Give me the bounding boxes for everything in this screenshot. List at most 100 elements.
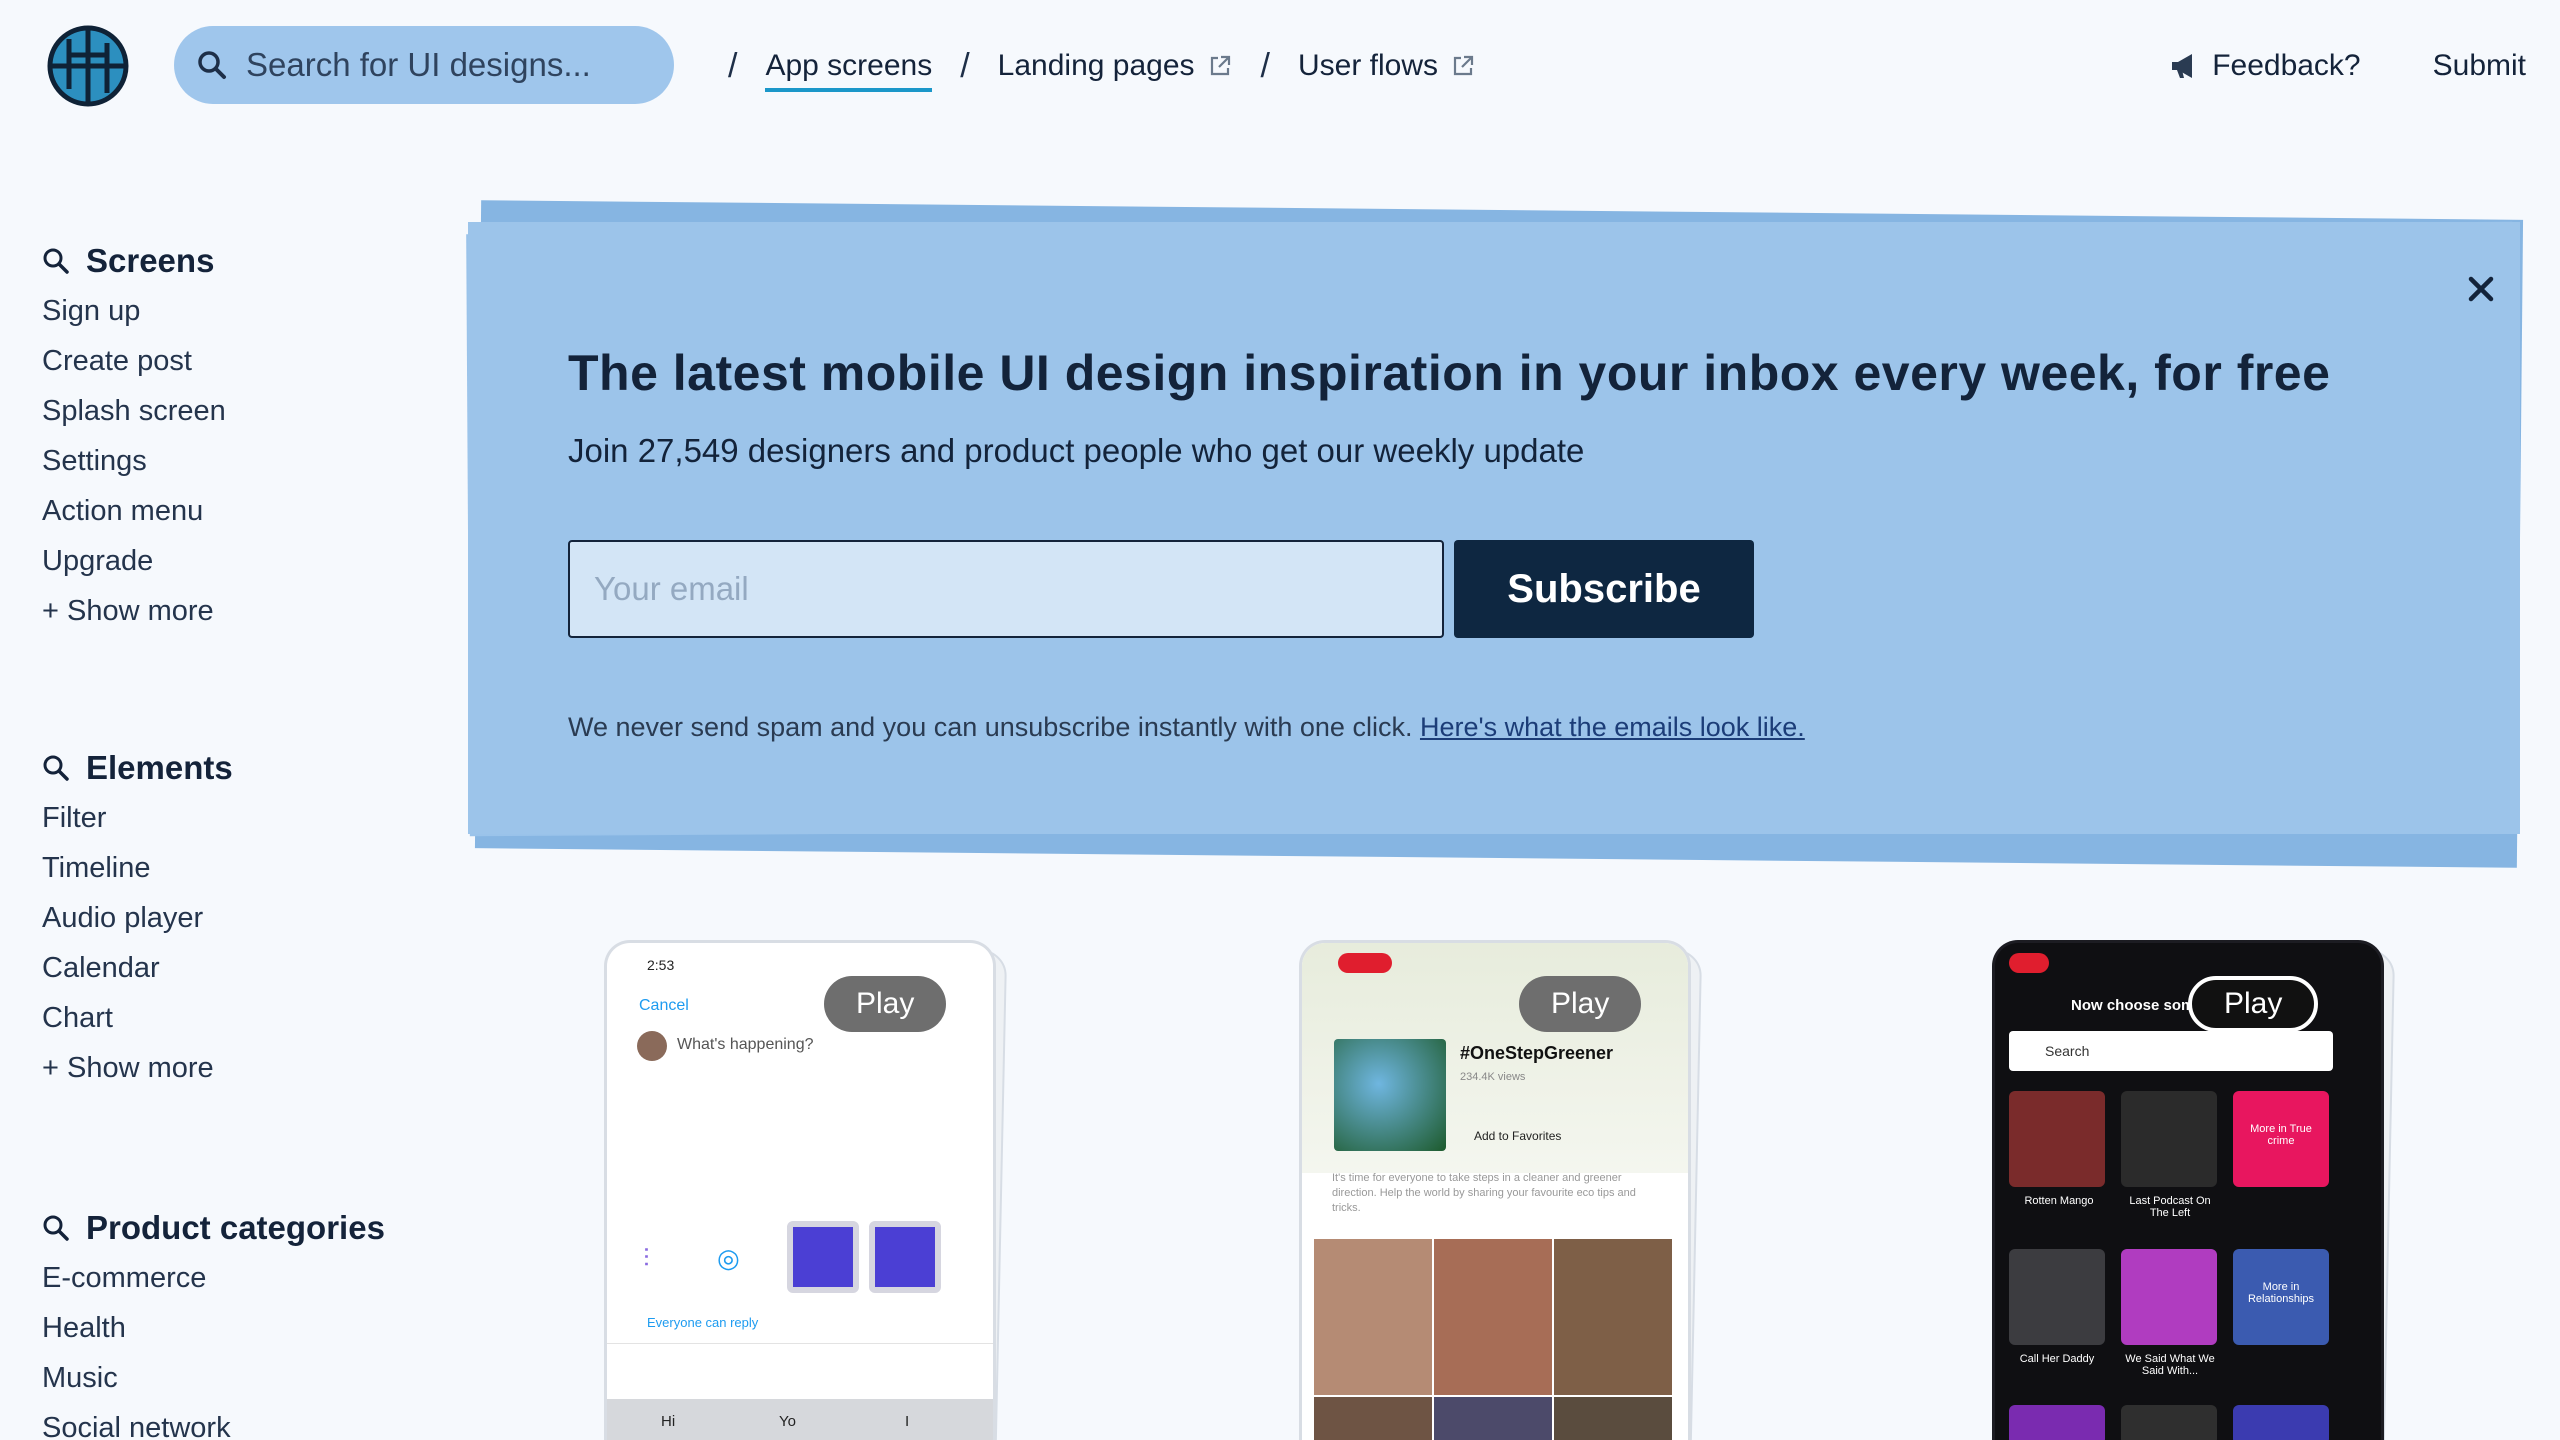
- banner-title: The latest mobile UI design inspiration …: [568, 345, 2331, 401]
- status-time: 2:53: [647, 957, 675, 973]
- search-input: Search: [2009, 1031, 2333, 1071]
- audio-icon: ⫶: [643, 1243, 650, 1273]
- media-thumb: [869, 1221, 941, 1293]
- nav-app-screens-label: App screens: [765, 49, 933, 82]
- sidebar-item[interactable]: Filter: [42, 793, 233, 843]
- podcast-cover: [2121, 1091, 2217, 1187]
- sidebar-item[interactable]: Timeline: [42, 843, 233, 893]
- keyboard-suggestion: Yo: [779, 1413, 796, 1430]
- megaphone-icon: [2172, 54, 2193, 78]
- nav-separator: /: [960, 46, 970, 85]
- header-actions: Feedback? Submit: [2168, 36, 2526, 96]
- nav-separator: /: [728, 46, 738, 85]
- divider: [607, 1343, 993, 1344]
- search-icon: [43, 1215, 69, 1241]
- sidebar-item[interactable]: Audio player: [42, 893, 233, 943]
- tile-label: More in True crime: [2250, 1123, 2312, 1147]
- genre-tile: [2233, 1405, 2329, 1440]
- screen-card[interactable]: #OneStepGreener 234.4K views Add to Favo…: [1299, 940, 1703, 1440]
- hashtag-title: #OneStepGreener: [1460, 1043, 1614, 1063]
- sidebar-item[interactable]: Sign up: [42, 286, 226, 336]
- video-thumb: [1434, 1397, 1552, 1440]
- sidebar-item[interactable]: Upgrade: [42, 536, 226, 586]
- screen-card[interactable]: 2:53 Cancel What's happening? ⫶ ◎ Everyo…: [604, 940, 1008, 1440]
- logo-icon[interactable]: [47, 25, 129, 107]
- video-thumb: [1554, 1239, 1672, 1395]
- video-thumb: [1314, 1239, 1432, 1395]
- spam-notice: We never send spam and you can unsubscri…: [568, 712, 1805, 743]
- play-button[interactable]: Play: [2188, 976, 2319, 1032]
- sidebar-section-title[interactable]: Product categories: [42, 1203, 385, 1253]
- keyboard: Hi Yo I: [607, 1399, 993, 1440]
- sidebar-item[interactable]: Chart: [42, 993, 233, 1043]
- sidebar-section-title-label: Elements: [86, 749, 233, 786]
- keyboard-suggestion: Hi: [661, 1413, 676, 1430]
- nav-user-flows[interactable]: User flows: [1298, 36, 1476, 96]
- nav-app-screens[interactable]: App screens: [765, 36, 932, 96]
- feedback-button[interactable]: Feedback?: [2168, 49, 2361, 83]
- sidebar-section-title[interactable]: Elements: [42, 743, 233, 793]
- camera-icon: ◎: [717, 1243, 740, 1273]
- podcast-cover: [2009, 1091, 2105, 1187]
- sidebar-item[interactable]: Music: [42, 1353, 385, 1403]
- sidebar-item[interactable]: Create post: [42, 336, 226, 386]
- podcast-cover: [2121, 1405, 2217, 1440]
- sidebar-item[interactable]: Health: [42, 1303, 385, 1353]
- external-link-icon: [1453, 55, 1474, 76]
- play-button[interactable]: Play: [824, 976, 947, 1032]
- sidebar-section-title[interactable]: Screens: [42, 236, 226, 286]
- screen-card[interactable]: Now choose some po Search Rotten Mango L…: [1992, 940, 2396, 1440]
- sidebar-section-title-label: Screens: [86, 242, 215, 279]
- sidebar-section-elements: Elements Filter Timeline Audio player Ca…: [42, 743, 233, 1093]
- keyboard-suggestion: I: [905, 1413, 910, 1430]
- tile-label: Rotten Mango: [2024, 1195, 2094, 1207]
- play-button[interactable]: Play: [1519, 976, 1642, 1032]
- submit-button[interactable]: Submit: [2433, 49, 2526, 83]
- nav-landing-pages-label: Landing pages: [997, 49, 1195, 82]
- podcast-cover: [2121, 1249, 2217, 1345]
- media-thumb: [787, 1221, 859, 1293]
- show-more-button[interactable]: + Show more: [42, 1043, 233, 1093]
- close-icon[interactable]: [2466, 274, 2496, 304]
- feedback-label: Feedback?: [2212, 49, 2361, 82]
- sample-emails-link[interactable]: Here's what the emails look like.: [1420, 712, 1805, 742]
- sidebar-item[interactable]: Action menu: [42, 486, 226, 536]
- avatar: [637, 1031, 667, 1061]
- sidebar-item[interactable]: Splash screen: [42, 386, 226, 436]
- nav-landing-pages[interactable]: Landing pages: [998, 36, 1233, 96]
- sidebar-section-screens: Screens Sign up Create post Splash scree…: [42, 236, 226, 636]
- live-badge: [2009, 953, 2049, 973]
- sidebar-item[interactable]: Social network: [42, 1403, 385, 1440]
- search-placeholder: Search: [2045, 1043, 2090, 1059]
- top-nav: / App screens / Landing pages / User flo…: [700, 36, 1476, 96]
- sidebar-item[interactable]: E-commerce: [42, 1253, 385, 1303]
- cancel-link: Cancel: [639, 997, 689, 1014]
- live-badge: [1338, 953, 1392, 973]
- search-icon: [43, 755, 69, 781]
- sidebar-section-categories: Product categories E-commerce Health Mus…: [42, 1203, 385, 1440]
- tile-label: We Said What We Said With...: [2125, 1353, 2215, 1377]
- compose-prompt: What's happening?: [677, 1036, 814, 1053]
- search-input[interactable]: Search for UI designs...: [246, 46, 591, 84]
- video-thumb: [1314, 1397, 1432, 1440]
- show-more-button[interactable]: + Show more: [42, 586, 226, 636]
- tile-label: Last Podcast On The Left: [2129, 1195, 2211, 1219]
- search-icon: [43, 248, 69, 274]
- sidebar-section-title-label: Product categories: [86, 1209, 385, 1246]
- video-thumb: [1434, 1239, 1552, 1395]
- search-bar[interactable]: Search for UI designs...: [174, 26, 674, 104]
- challenge-image: [1334, 1039, 1446, 1151]
- banner-subtitle: Join 27,549 designers and product people…: [568, 432, 1585, 469]
- subscribe-button[interactable]: Subscribe: [1454, 540, 1754, 638]
- video-thumb: [1554, 1397, 1672, 1440]
- email-field[interactable]: Your email: [568, 540, 1444, 638]
- newsletter-banner: The latest mobile UI design inspiration …: [466, 200, 2524, 868]
- reply-setting: Everyone can reply: [647, 1315, 759, 1330]
- spam-notice-text: We never send spam and you can unsubscri…: [568, 712, 1413, 742]
- tile-label: More in Relationships: [2247, 1281, 2315, 1305]
- view-count: 234.4K views: [1460, 1071, 1526, 1083]
- phone-preview: Now choose some po Search Rotten Mango L…: [1992, 940, 2384, 1440]
- sidebar-item[interactable]: Calendar: [42, 943, 233, 993]
- sidebar-item[interactable]: Settings: [42, 436, 226, 486]
- nav-user-flows-label: User flows: [1297, 49, 1439, 82]
